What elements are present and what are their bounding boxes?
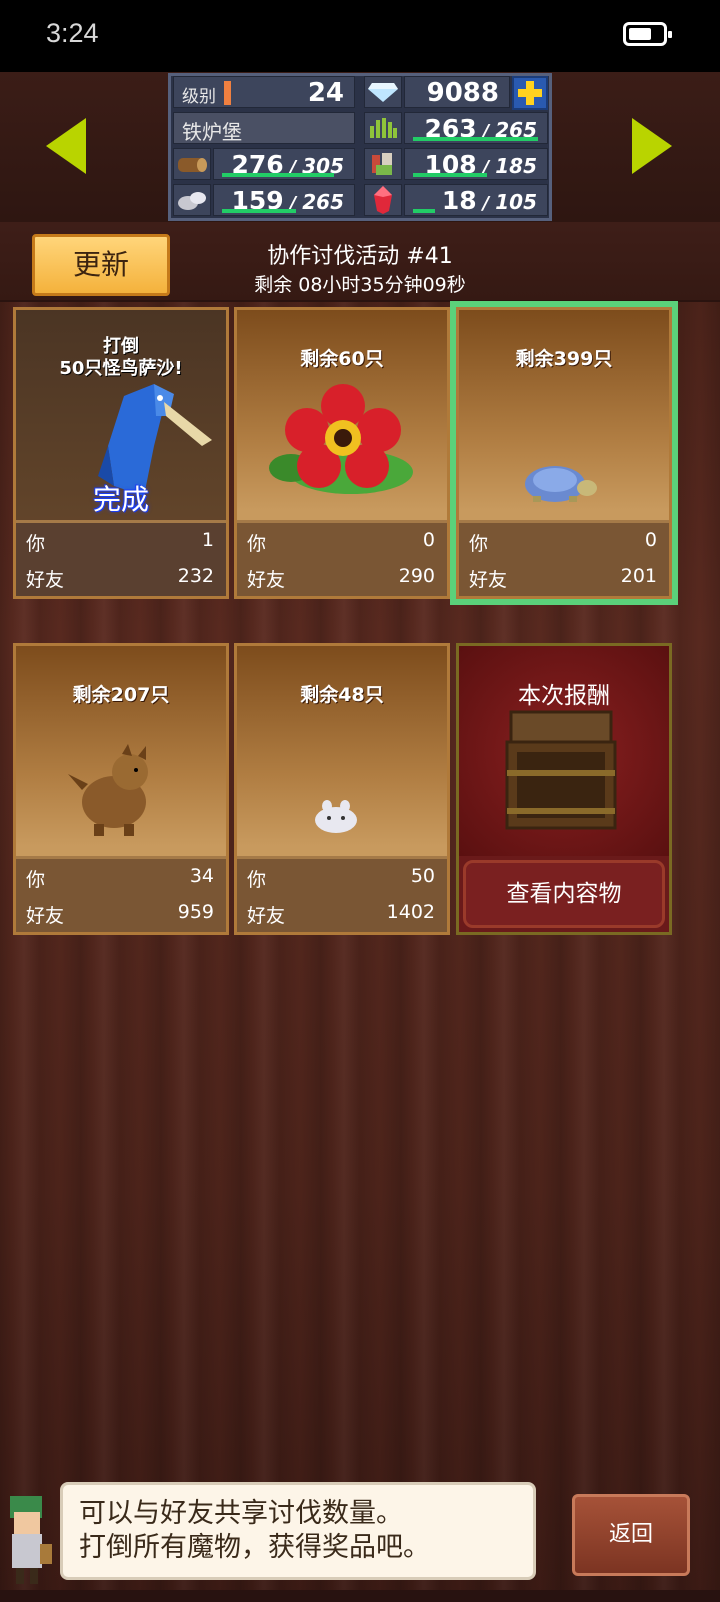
gem-icon [364,76,402,108]
card-stats: 你 0 好友 290 [237,520,447,596]
card-objective: 打倒 50只怪鸟萨沙! [16,336,226,380]
raid-card-5[interactable]: 剩余48只 你 50 好友 1402 [234,643,450,935]
ore-bar [222,209,296,213]
you-count: 0 [644,529,657,551]
you-label: 你 [26,869,46,891]
town-cell: 铁炉堡 [173,112,355,144]
level-bar [224,81,231,105]
bottom-strip [0,1590,720,1602]
grass-bar [413,137,538,141]
friends-label: 好友 [26,569,65,591]
gems-cell: 9088 [404,76,510,108]
ore-max: 265 [302,190,344,214]
food-max: 185 [495,154,537,178]
ore-icon [173,184,211,216]
crystal-icon [364,184,402,216]
event-remaining-time: 剩余 08小时35分钟09秒 [254,274,466,296]
add-gems-button[interactable] [512,76,548,110]
tip-line-1: 可以与好友共享讨伐数量。 [79,1498,403,1529]
tip-bubble: 可以与好友共享讨伐数量。 打倒所有魔物，获得奖品吧。 [60,1482,536,1580]
food-bar [413,173,487,177]
back-button[interactable]: 返回 [572,1494,690,1576]
guide-character-avatar [10,1496,52,1584]
friends-label: 好友 [469,569,508,591]
food-icon [364,148,402,180]
card-stats: 你 0 好友 201 [459,520,669,596]
prev-arrow-icon[interactable] [46,118,86,174]
friends-count: 290 [398,565,435,587]
treasure-chest-icon [505,710,617,830]
food-cell: 108/185 [404,148,548,180]
tip-line-2: 打倒所有魔物，获得奖品吧。 [79,1532,430,1563]
brown-dragon-monster-icon [68,744,148,836]
red-flower-monster-icon [269,384,413,494]
reward-panel: 本次报酬 查看内容物 [456,643,672,935]
event-title: 协作讨伐活动 #41 [267,244,453,269]
raid-card-1[interactable]: 打倒 50只怪鸟萨沙! 完成 你 1 好友 232 [13,307,229,599]
card-remaining: 剩余60只 [300,348,384,370]
friends-count: 1402 [386,901,435,923]
view-contents-button[interactable]: 查看内容物 [463,860,665,928]
raid-card-2[interactable]: 剩余60只 你 0 好友 290 [234,307,450,599]
card-remaining: 剩余48只 [300,684,384,706]
white-slime-monster-icon [315,800,357,833]
friends-label: 好友 [247,905,286,927]
crystal-cell: 18/105 [404,184,548,216]
reward-title: 本次报酬 [518,683,610,709]
grass-cell: 263/265 [404,112,548,144]
crystal-bar [413,209,435,213]
you-count: 0 [422,529,435,551]
town-name: 铁炉堡 [182,120,242,144]
level-label: 级别 [182,87,216,107]
card-remaining: 剩余399只 [515,348,613,370]
level-value: 24 [307,78,344,108]
raid-card-4[interactable]: 剩余207只 你 34 好友 959 [13,643,229,935]
battery-icon [623,22,672,46]
you-count: 34 [189,865,214,887]
card-stats: 你 50 好友 1402 [237,856,447,932]
you-label: 你 [26,533,46,555]
friends-count: 232 [177,565,214,587]
reward-preview: 本次报酬 [459,646,669,856]
wood-cell: 276/305 [213,148,355,180]
grass-icon [364,112,402,144]
status-time: 3:24 [46,18,99,48]
friends-label: 好友 [26,905,65,927]
card-stats: 你 34 好友 959 [16,856,226,932]
blue-turtle-monster-icon [525,466,597,502]
card-remaining: 剩余207只 [72,684,170,706]
you-label: 你 [247,533,267,555]
wood-icon [173,148,211,180]
you-label: 你 [469,533,489,555]
friends-count: 201 [620,565,657,587]
you-count: 1 [201,529,214,551]
friends-label: 好友 [247,569,286,591]
refresh-button[interactable]: 更新 [32,234,170,296]
gems-value: 9088 [426,78,499,108]
level-cell: 级别 24 [173,76,355,108]
friends-count: 959 [177,901,214,923]
wood-bar [222,173,334,177]
card-status-complete: 完成 [92,483,149,516]
crystal-current: 18 [441,186,477,215]
you-count: 50 [410,865,435,887]
ore-cell: 159/265 [213,184,355,216]
next-arrow-icon[interactable] [632,118,672,174]
card-stats: 你 1 好友 232 [16,520,226,596]
raid-card-3[interactable]: 剩余399只 你 0 好友 201 [456,307,672,599]
crystal-max: 105 [495,190,537,214]
you-label: 你 [247,869,267,891]
card-objective-line1: 打倒 [103,336,139,357]
status-bar: 3:24 [0,0,720,72]
